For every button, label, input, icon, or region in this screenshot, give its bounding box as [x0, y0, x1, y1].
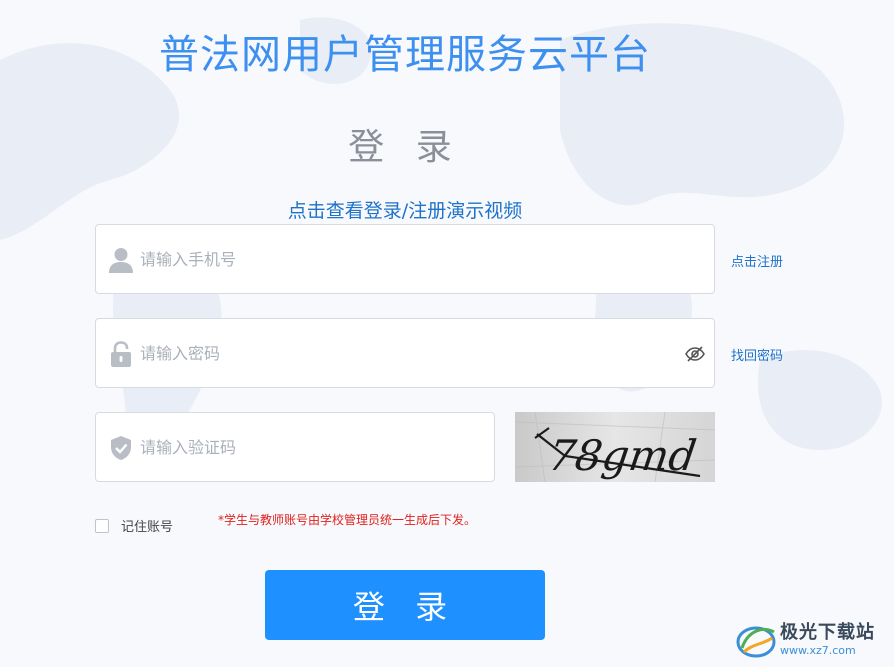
site-watermark: 极光下载站 www.xz7.com — [734, 612, 894, 667]
phone-field[interactable] — [95, 224, 715, 294]
lock-icon — [111, 341, 131, 367]
captcha-text: 78gmd — [545, 431, 699, 480]
verification-code-input[interactable] — [140, 413, 470, 481]
login-heading: 登 录 — [348, 127, 462, 168]
register-link[interactable]: 点击注册 — [731, 251, 783, 270]
forgot-password-link[interactable]: 找回密码 — [731, 345, 783, 364]
user-icon — [109, 248, 133, 273]
verification-code-field[interactable] — [95, 412, 495, 482]
app-title: 普法网用户管理服务云平台 — [159, 32, 651, 78]
remember-label: 记住账号 — [121, 520, 174, 535]
remember-checkbox[interactable] — [95, 518, 109, 533]
captcha-image[interactable]: 78gmd — [515, 412, 715, 482]
account-notice: *学生与教师账号由学校管理员统一生成后下发。 — [218, 513, 477, 527]
login-button[interactable]: 登 录 — [265, 570, 545, 640]
watermark-url: www.xz7.com — [780, 644, 856, 657]
watermark-site-name: 极光下载站 — [780, 622, 875, 643]
eye-slash-icon[interactable] — [684, 344, 706, 364]
aurora-logo-icon — [736, 626, 776, 658]
shield-check-icon — [111, 436, 131, 460]
password-field[interactable] — [95, 318, 715, 388]
remember-account[interactable]: 记住账号 — [95, 516, 173, 535]
password-input[interactable] — [140, 319, 660, 387]
phone-input[interactable] — [140, 225, 660, 293]
demo-video-link[interactable]: 点击查看登录/注册演示视频 — [0, 196, 810, 223]
